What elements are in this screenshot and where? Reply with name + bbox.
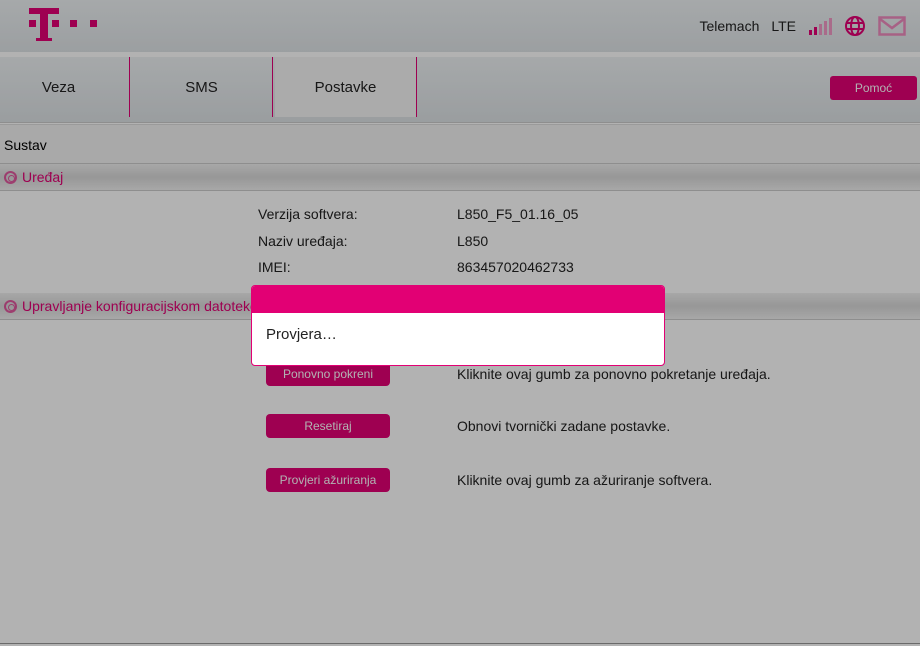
dialog-message: Provjera… <box>266 326 337 343</box>
dialog-header <box>252 286 664 313</box>
checking-dialog: Provjera… <box>251 285 665 366</box>
